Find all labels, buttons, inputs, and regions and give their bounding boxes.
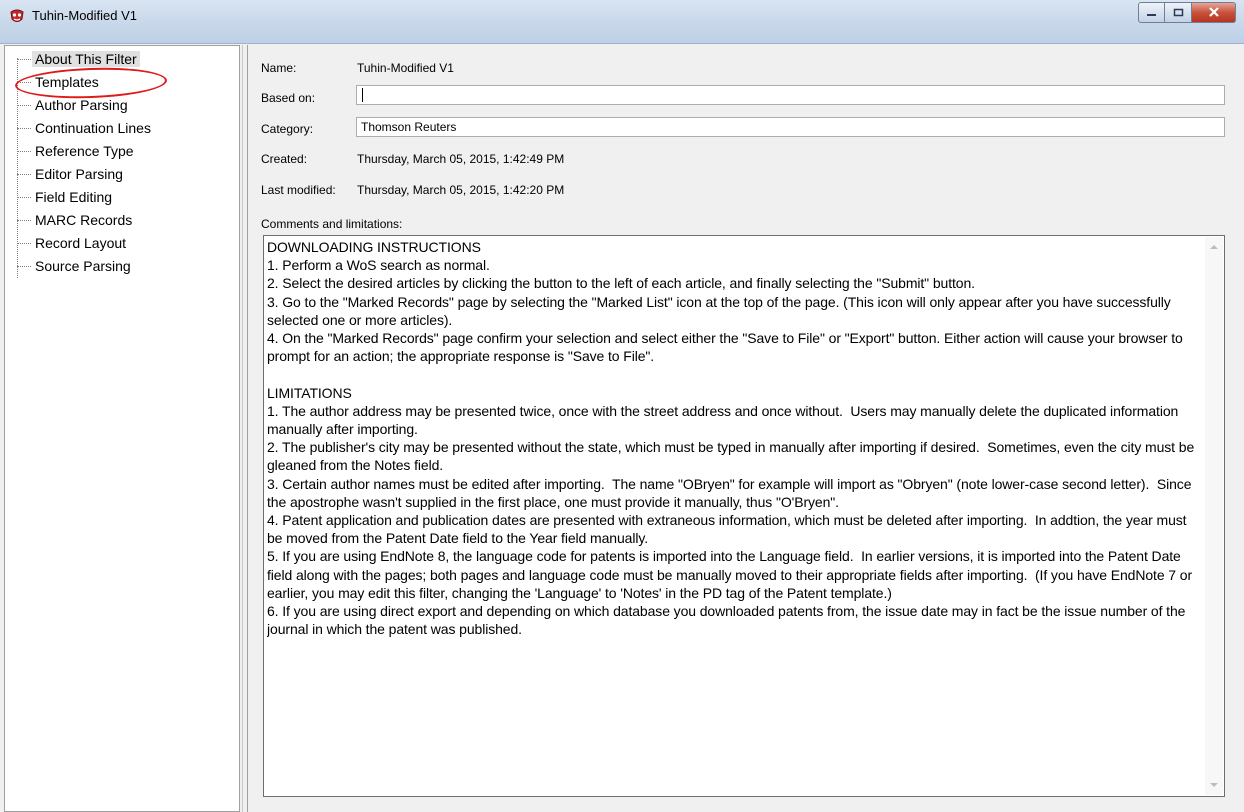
- text-caret: [362, 88, 363, 102]
- tree-item-label: About This Filter: [32, 51, 140, 67]
- tree-item-label: Record Layout: [35, 235, 127, 251]
- last-modified-label: Last modified:: [261, 183, 336, 197]
- tree-item-marc-records[interactable]: MARC Records: [5, 209, 132, 231]
- tree-item-label: Editor Parsing: [35, 166, 123, 182]
- tree-connector: [17, 266, 31, 268]
- tree-item-continuation-lines[interactable]: Continuation Lines: [5, 117, 151, 139]
- minimize-icon: [1146, 6, 1157, 20]
- name-label: Name:: [261, 61, 297, 75]
- comments-scrollbar[interactable]: [1205, 237, 1223, 795]
- category-input[interactable]: [356, 117, 1225, 137]
- tree-item-label: Reference Type: [35, 143, 134, 159]
- tree-item-source-parsing[interactable]: Source Parsing: [5, 255, 131, 277]
- about-filter-panel: Name: Tuhin-Modified V1 Based on: Catego…: [247, 45, 1244, 812]
- tree-connector: [17, 105, 31, 107]
- close-icon: [1208, 6, 1220, 20]
- tree-item-label: MARC Records: [35, 212, 133, 228]
- comments-textarea[interactable]: DOWNLOADING INSTRUCTIONS 1. Perform a Wo…: [263, 235, 1225, 797]
- window-controls: [1138, 2, 1236, 23]
- tree-connector: [17, 151, 31, 153]
- tree-connector: [17, 128, 31, 130]
- window-title-bar[interactable]: Tuhin-Modified V1: [0, 0, 1244, 44]
- comments-label: Comments and limitations:: [261, 217, 403, 231]
- scroll-down-icon[interactable]: [1210, 783, 1218, 787]
- maximize-icon: [1173, 6, 1184, 20]
- scroll-up-icon[interactable]: [1210, 245, 1218, 249]
- last-modified-value: Thursday, March 05, 2015, 1:42:20 PM: [357, 183, 565, 197]
- comments-text: DOWNLOADING INSTRUCTIONS 1. Perform a Wo…: [267, 239, 1195, 638]
- filter-sections-tree[interactable]: About This Filter Templates Author Parsi…: [4, 45, 240, 812]
- tree-item-field-editing[interactable]: Field Editing: [5, 186, 112, 208]
- maximize-button[interactable]: [1165, 2, 1192, 23]
- based-on-input[interactable]: [356, 85, 1225, 105]
- created-value: Thursday, March 05, 2015, 1:42:49 PM: [357, 152, 565, 166]
- tree-item-editor-parsing[interactable]: Editor Parsing: [5, 163, 123, 185]
- minimize-button[interactable]: [1138, 2, 1165, 23]
- created-label: Created:: [261, 152, 308, 166]
- tree-connector: [17, 59, 31, 61]
- tree-connector: [17, 174, 31, 176]
- tree-connector: [17, 243, 31, 245]
- window-title: Tuhin-Modified V1: [32, 8, 138, 23]
- tree-connector: [17, 220, 31, 222]
- tree-item-record-layout[interactable]: Record Layout: [5, 232, 126, 254]
- endnote-filter-icon: [8, 7, 26, 25]
- tree-item-label: Source Parsing: [35, 258, 131, 274]
- tree-item-label: Field Editing: [35, 189, 113, 205]
- tree-item-label: Continuation Lines: [35, 120, 151, 136]
- tree-item-reference-type[interactable]: Reference Type: [5, 140, 134, 162]
- close-button[interactable]: [1192, 2, 1236, 23]
- name-value: Tuhin-Modified V1: [357, 61, 454, 75]
- category-label: Category:: [261, 122, 314, 136]
- tree-item-about-this-filter[interactable]: About This Filter: [5, 48, 140, 70]
- tree-item-label: Author Parsing: [35, 97, 128, 113]
- tree-connector: [17, 197, 31, 199]
- based-on-label: Based on:: [261, 91, 316, 105]
